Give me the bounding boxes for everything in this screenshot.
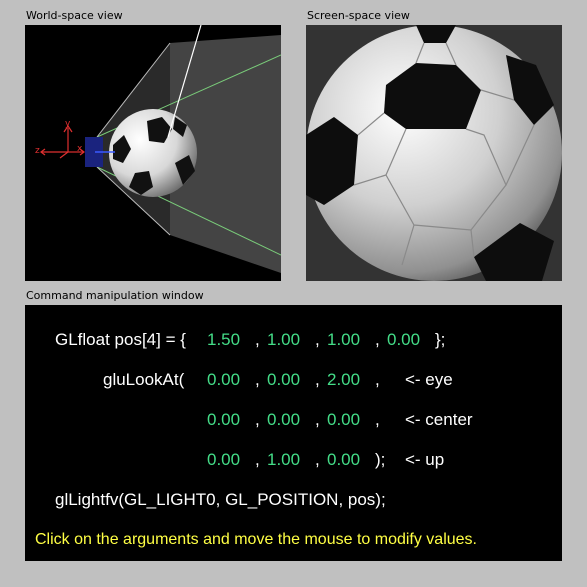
axis-x-label: x [77, 144, 83, 154]
screen-soccer-ball [306, 25, 562, 281]
pos-x-value[interactable]: 1.50 [207, 330, 240, 350]
comma: , [375, 410, 380, 429]
screen-view-title: Screen-space view [307, 9, 410, 22]
command-window-title: Command manipulation window [26, 289, 204, 302]
screen-space-viewport[interactable] [306, 25, 562, 281]
axis-z-label: z [35, 146, 40, 156]
light-pos-declaration: GLfloat pos[4] = { [55, 330, 186, 349]
eye-z-value[interactable]: 2.00 [327, 370, 360, 390]
center-z-value[interactable]: 0.00 [327, 410, 360, 430]
up-comment: <- up [405, 450, 445, 469]
comma: , [315, 450, 320, 469]
pos-closing-brace: }; [435, 330, 446, 349]
world-soccer-ball [109, 109, 197, 197]
comma: , [315, 370, 320, 389]
comma: , [315, 330, 320, 349]
eye-x-value[interactable]: 0.00 [207, 370, 240, 390]
pos-y-value[interactable]: 1.00 [267, 330, 300, 350]
comma: , [255, 370, 260, 389]
command-window: GLfloat pos[4] = { 1.50 , 1.00 , 1.00 , … [25, 305, 562, 561]
gllightfv-call: glLightfv(GL_LIGHT0, GL_POSITION, pos); [55, 490, 386, 509]
center-y-value[interactable]: 0.00 [267, 410, 300, 430]
comma: , [255, 330, 260, 349]
up-y-value[interactable]: 1.00 [267, 450, 300, 470]
axis-y-label: y [65, 119, 71, 129]
lookat-closing-paren: ); [375, 450, 386, 469]
comma: , [255, 450, 260, 469]
center-comment: <- center [405, 410, 473, 429]
screen-space-scene [306, 25, 562, 281]
comma: , [375, 370, 380, 389]
center-x-value[interactable]: 0.00 [207, 410, 240, 430]
up-x-value[interactable]: 0.00 [207, 450, 240, 470]
instruction-hint: Click on the arguments and move the mous… [35, 531, 477, 548]
pos-z-value[interactable]: 1.00 [327, 330, 360, 350]
pos-w-value[interactable]: 0.00 [387, 330, 420, 350]
eye-comment: <- eye [405, 370, 453, 389]
world-view-title: World-space view [26, 9, 123, 22]
eye-y-value[interactable]: 0.00 [267, 370, 300, 390]
comma: , [375, 330, 380, 349]
world-space-scene: y z x [35, 25, 281, 273]
up-z-value[interactable]: 0.00 [327, 450, 360, 470]
glulookat-call: gluLookAt( [103, 370, 185, 389]
comma: , [255, 410, 260, 429]
comma: , [315, 410, 320, 429]
world-space-viewport[interactable]: y z x [25, 25, 281, 281]
